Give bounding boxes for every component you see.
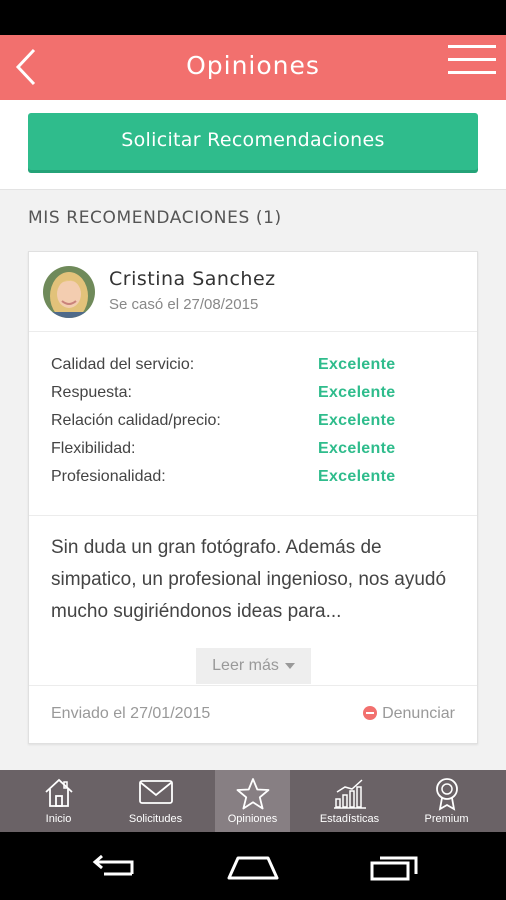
tab-inicio[interactable]: Inicio — [21, 770, 96, 832]
rating-label: Relación calidad/precio: — [51, 412, 221, 429]
minus-circle-icon — [363, 706, 378, 720]
system-nav-bar — [0, 832, 506, 900]
report-label: Denunciar — [382, 705, 455, 722]
back-nav-icon[interactable] — [88, 852, 138, 882]
avatar — [43, 266, 95, 318]
rating-value: Excelente — [318, 356, 396, 373]
caret-down-icon — [284, 662, 295, 669]
page-title: Opiniones — [186, 51, 320, 80]
review-text: Sin duda un gran fotógrafo. Además de si… — [51, 537, 447, 622]
envelope-icon — [138, 780, 173, 804]
reviewer-name: Cristina Sanchez — [109, 268, 276, 290]
home-nav-icon[interactable] — [226, 852, 280, 882]
review-section: Sin duda un gran fotógrafo. Además de si… — [29, 516, 477, 686]
tab-label: Inicio — [45, 813, 72, 825]
main-content: Solicitar Recomendaciones MIS RECOMENDAC… — [0, 100, 506, 770]
sent-date: Enviado el 27/01/2015 — [51, 705, 211, 722]
tab-label: Estadísticas — [319, 813, 380, 825]
rating-row: Flexibilidad: Excelente — [29, 440, 477, 468]
tab-label: Solicitudes — [128, 813, 183, 825]
rating-value: Excelente — [318, 440, 396, 457]
rating-label: Calidad del servicio: — [51, 356, 195, 373]
tab-label: Opiniones — [227, 813, 278, 825]
bar-chart-icon — [333, 779, 366, 809]
wedding-date: Se casó el 27/08/2015 — [109, 296, 259, 313]
rating-row: Respuesta: Excelente — [29, 384, 477, 412]
star-icon — [236, 778, 269, 810]
app-header: Opiniones — [0, 35, 506, 100]
card-header: Cristina Sanchez Se casó el 27/08/2015 — [29, 252, 477, 332]
award-icon — [435, 778, 458, 811]
home-icon — [44, 778, 73, 807]
recommendation-card: Cristina Sanchez Se casó el 27/08/2015 C… — [28, 251, 478, 744]
rating-value: Excelente — [318, 412, 396, 429]
read-more-button[interactable]: Leer más — [196, 648, 311, 684]
tab-label: Premium — [424, 813, 469, 825]
recents-nav-icon[interactable] — [370, 852, 420, 882]
status-bar — [0, 0, 506, 35]
section-title: MIS RECOMENDACIONES (1) — [28, 208, 282, 228]
report-button[interactable]: Denunciar — [363, 705, 455, 723]
request-recommendations-button[interactable]: Solicitar Recomendaciones — [28, 113, 478, 170]
tab-estadisticas[interactable]: Estadísticas — [312, 770, 387, 832]
request-area: Solicitar Recomendaciones — [0, 100, 506, 190]
rating-label: Flexibilidad: — [51, 440, 136, 457]
rating-row: Calidad del servicio: Excelente — [29, 356, 477, 384]
rating-value: Excelente — [318, 468, 396, 485]
hamburger-icon — [448, 45, 496, 74]
card-footer: Enviado el 27/01/2015 Denunciar — [29, 686, 477, 742]
rating-value: Excelente — [318, 384, 396, 401]
read-more-label: Leer más — [212, 657, 279, 674]
tab-solicitudes[interactable]: Solicitudes — [118, 770, 193, 832]
tab-opiniones[interactable]: Opiniones — [215, 770, 290, 832]
rating-label: Respuesta: — [51, 384, 132, 401]
rating-label: Profesionalidad: — [51, 468, 166, 485]
bottom-tab-bar: Inicio Solicitudes Opiniones Estadística… — [0, 770, 506, 832]
tab-premium[interactable]: Premium — [409, 770, 484, 832]
rating-row: Relación calidad/precio: Excelente — [29, 412, 477, 440]
menu-button[interactable] — [448, 45, 496, 85]
ratings-list: Calidad del servicio: Excelente Respuest… — [29, 332, 477, 516]
rating-row: Profesionalidad: Excelente — [29, 468, 477, 496]
